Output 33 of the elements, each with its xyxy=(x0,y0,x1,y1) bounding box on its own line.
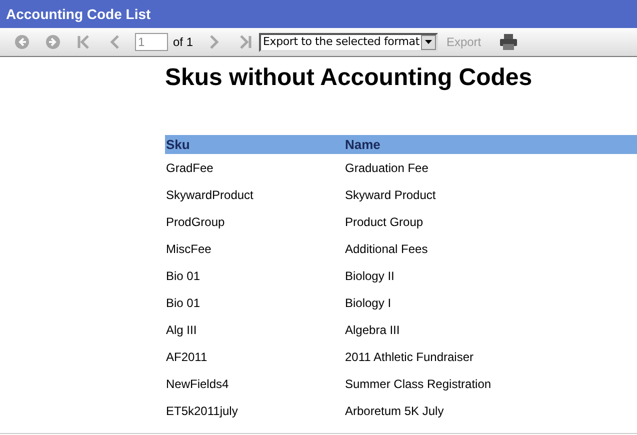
window-title: Accounting Code List xyxy=(6,4,151,24)
table-cell-text: Arboretum 5K July xyxy=(345,402,444,420)
back-icon xyxy=(14,34,30,50)
table-cell-text: MiscFee xyxy=(165,240,212,258)
column-header: Name xyxy=(345,136,380,154)
column-header: Sku xyxy=(165,136,191,154)
table-cell-text: Additional Fees xyxy=(345,240,428,258)
table-cell-text: Biology I xyxy=(345,294,392,312)
page-number-field[interactable]: 1 xyxy=(135,33,168,51)
table-cell-text: ET5k2011july xyxy=(165,402,239,420)
caret-icon xyxy=(421,34,436,50)
table-cell-text: Algebra III xyxy=(345,322,400,338)
table-cell-text: NewFields4 xyxy=(165,376,230,392)
page-count: of 1 xyxy=(173,34,194,51)
table-cell-text: Skyward Product xyxy=(345,186,436,204)
table-cell-text: ProdGroup xyxy=(165,214,226,230)
table-cell-text: Bio 01 xyxy=(165,268,202,284)
table-cell-text: Bio 01 xyxy=(165,294,202,312)
printer-icon xyxy=(500,34,517,50)
first-page-icon xyxy=(76,34,92,50)
export-format-dropdown[interactable]: Export to the selected format xyxy=(259,32,438,52)
table-cell-text: Graduation Fee xyxy=(345,160,428,176)
print-button[interactable] xyxy=(499,33,518,51)
table-cell-text: SkywardProduct xyxy=(165,186,254,204)
report-title: Skus without Accounting Codes xyxy=(165,63,534,93)
table-cell-text: GradFee xyxy=(165,160,214,176)
table-cell-text: Biology II xyxy=(345,268,394,284)
table-cell-text: 2011 Athletic Fundraiser xyxy=(345,348,474,366)
table-cell-text: Alg III xyxy=(165,322,198,338)
table-cell-text: Summer Class Registration xyxy=(345,376,492,392)
table-cell-text: Product Group xyxy=(345,214,424,230)
forward-icon xyxy=(44,34,60,50)
table-cell-text: AF2011 xyxy=(165,348,208,366)
